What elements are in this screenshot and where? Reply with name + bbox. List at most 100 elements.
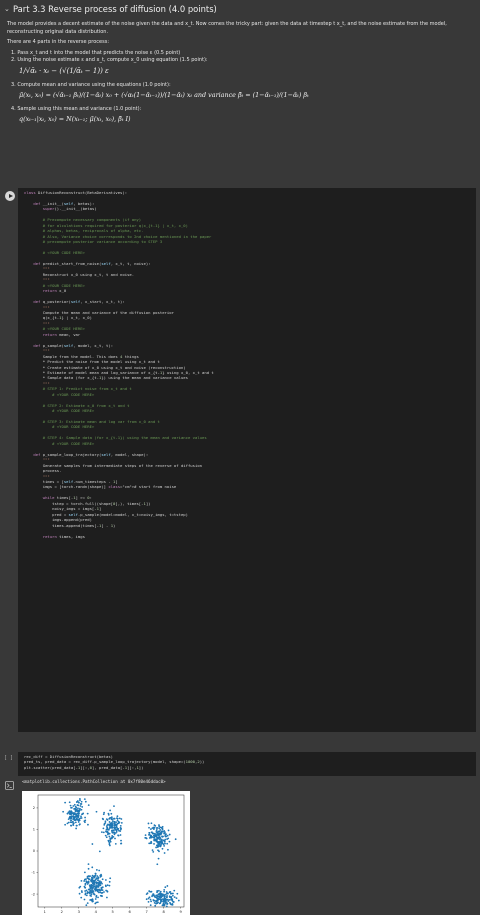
- scatter-point: [75, 827, 78, 830]
- scatter-point: [91, 866, 94, 869]
- scatter-point: [120, 827, 122, 830]
- step-1: 1. Pass x_t and t into the model that pr…: [11, 49, 181, 56]
- scatter-point: [70, 819, 73, 822]
- scatter-point: [87, 867, 90, 870]
- scatter-point: [90, 880, 93, 883]
- scatter-point: [84, 890, 87, 892]
- scatter-point: [83, 885, 86, 888]
- scatter-point: [156, 844, 159, 847]
- scatter-point: [119, 825, 122, 827]
- scatter-point: [87, 881, 90, 884]
- scatter-point: [114, 842, 117, 845]
- scatter-point: [78, 892, 81, 895]
- scatter-point: [81, 806, 84, 808]
- scatter-point: [163, 852, 166, 854]
- y-tick-label: -1: [31, 871, 35, 875]
- scatter-point: [115, 828, 117, 831]
- scatter-point: [106, 833, 109, 836]
- scatter-point: [119, 834, 122, 836]
- scatter-point: [171, 894, 174, 897]
- scatter-point: [97, 883, 100, 886]
- scatter-point: [95, 877, 98, 880]
- scatter-point: [97, 879, 99, 882]
- scatter-point: [168, 895, 171, 898]
- y-tick-label: 0: [33, 849, 36, 853]
- code-line[interactable]: return times, imgs: [24, 534, 476, 539]
- scatter-point: [107, 823, 109, 826]
- scatter-point: [155, 894, 158, 897]
- code-line[interactable]: plt.scatter(pred_data[-1][:,0], pred_dat…: [24, 765, 476, 770]
- scatter-point: [161, 828, 164, 831]
- scatter-point: [110, 812, 113, 815]
- code-editor[interactable]: class DiffusionReconstruct(BetaDerivativ…: [18, 188, 476, 732]
- scatter-point: [83, 871, 86, 874]
- scatter-point: [93, 882, 96, 885]
- code-editor-run[interactable]: rec_diff = DiffusionReconstruct(betas) pr…: [18, 752, 476, 776]
- scatter-point: [152, 893, 155, 896]
- code-cell-class[interactable]: class DiffusionReconstruct(BetaDerivativ…: [4, 188, 476, 732]
- scatter-point: [91, 900, 94, 903]
- scatter-point: [162, 902, 165, 905]
- scatter-point: [83, 878, 86, 881]
- chevron-down-icon[interactable]: ⌄: [4, 5, 13, 13]
- scatter-point: [81, 813, 84, 815]
- scatter-point: [80, 800, 83, 803]
- code-cell-run[interactable]: [ ] rec_diff = DiffusionReconstruct(beta…: [4, 752, 476, 776]
- plot-frame: [37, 794, 185, 908]
- scatter-point: [90, 893, 93, 896]
- section-heading[interactable]: ⌄ Part 3.3 Reverse process of diffusion …: [0, 0, 480, 18]
- scatter-point: [152, 850, 155, 853]
- scatter-point: [165, 898, 168, 901]
- scatter-point: [75, 824, 78, 827]
- run-code-block[interactable]: rec_diff = DiffusionReconstruct(betas) pr…: [18, 752, 476, 770]
- scatter-point: [155, 902, 157, 905]
- scatter-point: [166, 885, 169, 887]
- scatter-point: [154, 824, 157, 827]
- code-block[interactable]: class DiffusionReconstruct(BetaDerivativ…: [18, 188, 476, 539]
- scatter-point: [113, 826, 116, 829]
- run-cell-button[interactable]: [5, 191, 15, 201]
- scatter-point: [144, 834, 147, 837]
- scatter-point: [168, 833, 171, 836]
- scatter-point: [105, 889, 108, 892]
- scatter-point: [115, 825, 118, 827]
- parts-intro: There are 4 parts in the reverse process…: [7, 39, 110, 46]
- scatter-point: [78, 823, 81, 826]
- scatter-point: [69, 804, 72, 807]
- x-tick-label: 9: [179, 910, 182, 914]
- scatter-point: [113, 821, 116, 824]
- scatter-point: [162, 893, 165, 896]
- scatter-point: [113, 833, 116, 836]
- scatter-point: [159, 890, 162, 893]
- scatter-point: [75, 801, 78, 803]
- scatter-point: [168, 840, 171, 843]
- scatter-point: [87, 888, 90, 891]
- step-2: 2. Using the noise estimate ε and x_t, c…: [11, 57, 208, 64]
- scatter-point: [85, 894, 88, 897]
- scatter-point: [168, 891, 171, 894]
- output-icon[interactable]: [5, 781, 14, 790]
- scatter-point: [84, 816, 86, 819]
- scatter-point: [106, 896, 108, 899]
- scatter-point: [107, 812, 110, 815]
- scatter-point: [155, 900, 157, 903]
- scatter-point: [85, 904, 88, 907]
- scatter-point: [104, 879, 107, 881]
- scatter-point: [67, 811, 70, 814]
- scatter-point: [113, 817, 116, 820]
- scatter-point: [155, 829, 158, 831]
- scatter-point: [164, 842, 166, 845]
- scatter-point: [173, 889, 176, 892]
- scatter-point: [92, 891, 95, 893]
- scatter-point: [102, 813, 105, 816]
- scatter-point: [108, 835, 111, 838]
- scatter-point: [87, 823, 89, 826]
- scatter-point: [163, 890, 166, 893]
- scatter-point: [158, 893, 161, 896]
- scatter-point: [106, 890, 109, 893]
- scatter-point: [79, 803, 82, 805]
- scatter-point: [153, 843, 155, 845]
- scatter-point: [164, 835, 167, 837]
- scatter-point: [94, 898, 97, 900]
- execution-count[interactable]: [ ]: [4, 755, 13, 761]
